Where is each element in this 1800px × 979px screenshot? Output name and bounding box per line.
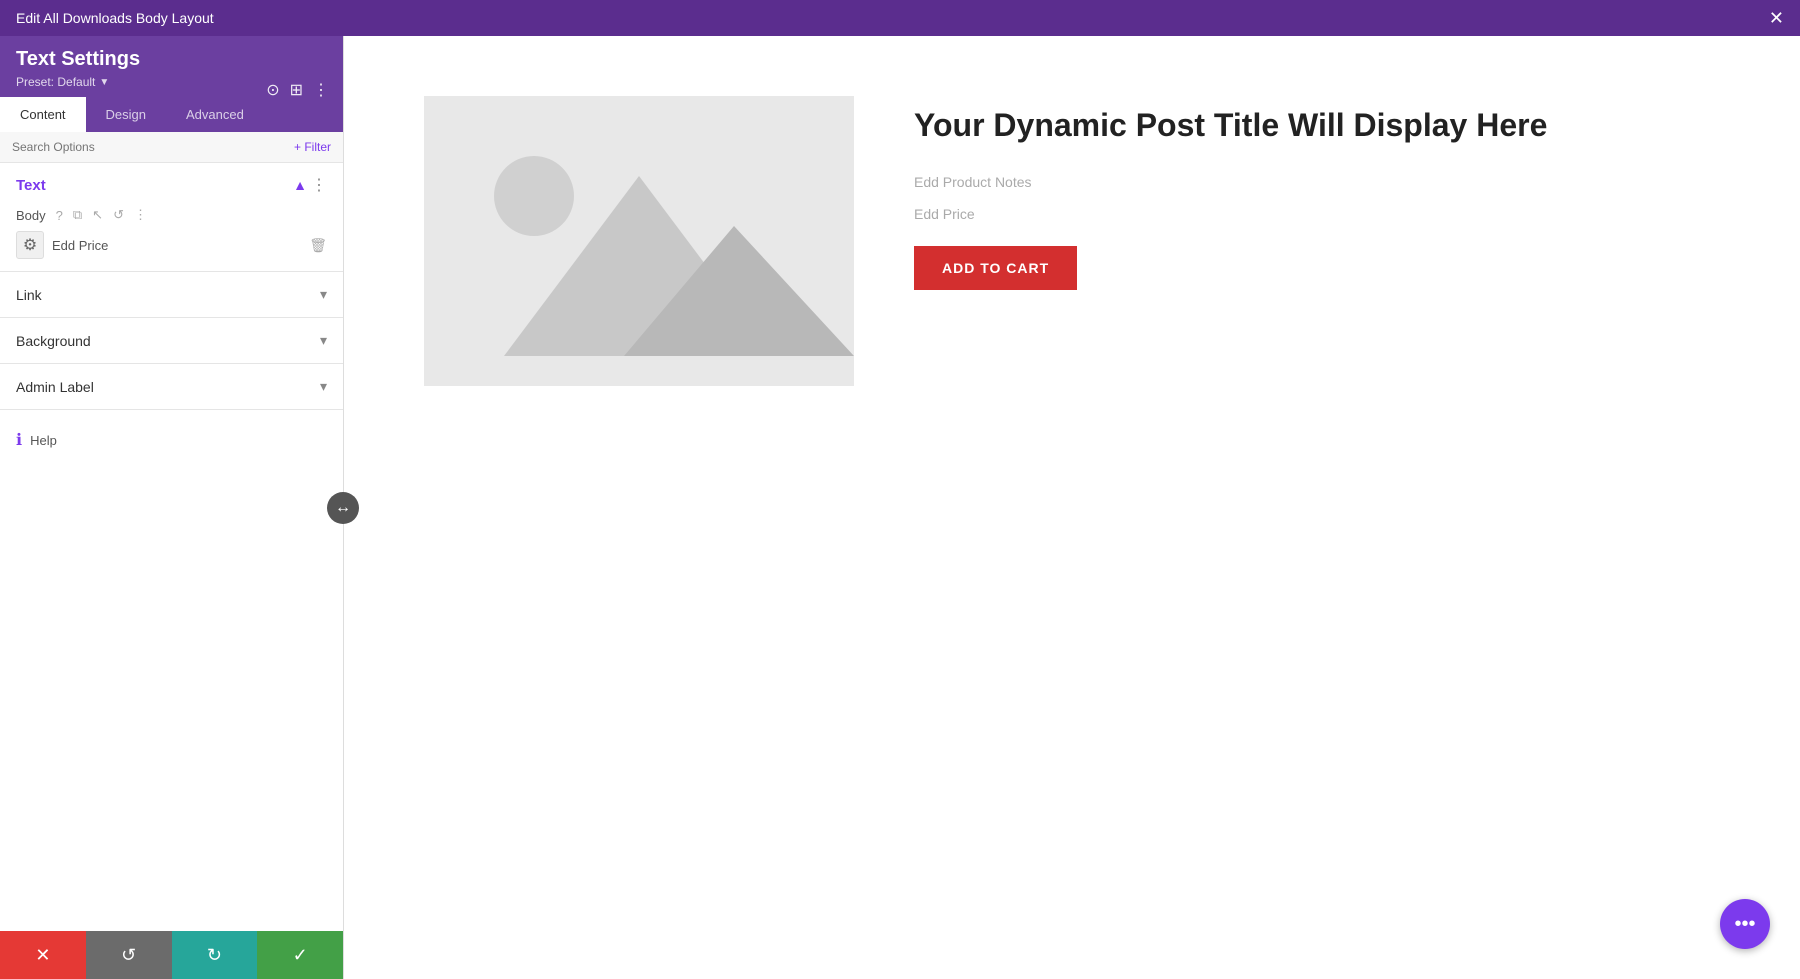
- admin-label-section-title: Admin Label: [16, 379, 94, 395]
- body-label: Body: [16, 208, 46, 223]
- columns-button[interactable]: ⊞: [290, 80, 303, 100]
- preset-dropdown-icon[interactable]: ▼: [99, 77, 109, 88]
- add-to-cart-button[interactable]: ADD TO CART: [914, 246, 1077, 290]
- gear-icon: ⚙: [23, 235, 37, 255]
- filter-button[interactable]: + Filter: [294, 140, 331, 154]
- top-bar: Edit All Downloads Body Layout ✕: [0, 0, 1800, 36]
- tab-design[interactable]: Design: [86, 97, 166, 132]
- preview-content: Your Dynamic Post Title Will Display Her…: [344, 36, 1800, 446]
- text-collapse-icon[interactable]: ▲: [293, 177, 307, 193]
- background-section: Background ▾: [0, 318, 343, 364]
- more-options-button[interactable]: ⋮: [313, 80, 329, 100]
- resize-handle[interactable]: ↔: [327, 492, 359, 524]
- close-button[interactable]: ✕: [1769, 8, 1784, 29]
- focus-mode-button[interactable]: ⊙: [266, 80, 279, 100]
- copy-icon[interactable]: ⧉: [73, 207, 82, 223]
- background-collapse-icon[interactable]: ▾: [320, 332, 327, 349]
- text-section-header: Text ▲ ⋮: [0, 163, 343, 203]
- sidebar-content: Text ▲ ⋮ Body ? ⧉ ↖ ↺ ⋮: [0, 163, 343, 931]
- text-section: Text ▲ ⋮ Body ? ⧉ ↖ ↺ ⋮: [0, 163, 343, 272]
- undo-icon[interactable]: ↺: [113, 207, 124, 223]
- settings-title: Text Settings: [16, 48, 327, 71]
- help-text: Help: [30, 433, 57, 448]
- text-section-title: Text: [16, 177, 46, 194]
- link-section-title: Link: [16, 287, 42, 303]
- main-layout: Text Settings Preset: Default ▼ ⊙ ⊞ ⋮ Co…: [0, 36, 1800, 979]
- bottom-toolbar: ✕ ↺ ↻ ✓: [0, 931, 343, 979]
- background-section-left: Background: [16, 333, 91, 349]
- product-notes: Edd Product Notes: [914, 174, 1720, 190]
- undo-button[interactable]: ↺: [86, 931, 172, 979]
- background-section-header[interactable]: Background ▾: [0, 318, 343, 363]
- search-bar: + Filter: [0, 132, 343, 163]
- edd-price-label: Edd Price: [52, 238, 301, 253]
- cursor-icon[interactable]: ↖: [92, 207, 103, 223]
- confirm-button[interactable]: ✓: [257, 931, 343, 979]
- link-collapse-icon[interactable]: ▾: [320, 286, 327, 303]
- edd-price-delete-icon[interactable]: 🗑: [309, 237, 327, 254]
- tab-content[interactable]: Content: [0, 97, 86, 132]
- floating-options-button[interactable]: •••: [1720, 899, 1770, 949]
- placeholder-image: [424, 96, 854, 386]
- text-more-options-icon[interactable]: ⋮: [311, 175, 327, 195]
- link-section: Link ▾: [0, 272, 343, 318]
- admin-label-section-left: Admin Label: [16, 379, 94, 395]
- tabs: Content Design Advanced: [0, 97, 343, 132]
- admin-label-section-header[interactable]: Admin Label ▾: [0, 364, 343, 409]
- edd-price-row: ⚙ Edd Price 🗑: [0, 231, 343, 271]
- settings-icons: ⊙ ⊞ ⋮: [266, 80, 329, 100]
- product-details: Your Dynamic Post Title Will Display Her…: [914, 96, 1720, 290]
- redo-button[interactable]: ↻: [172, 931, 258, 979]
- link-section-header[interactable]: Link ▾: [0, 272, 343, 317]
- background-section-title: Background: [16, 333, 91, 349]
- help-section: ℹ Help: [0, 410, 343, 470]
- top-bar-title: Edit All Downloads Body Layout: [16, 10, 214, 26]
- preview-area: Your Dynamic Post Title Will Display Her…: [344, 36, 1800, 979]
- tab-advanced[interactable]: Advanced: [166, 97, 264, 132]
- link-section-left: Link: [16, 287, 42, 303]
- help-icon[interactable]: ?: [56, 208, 63, 223]
- help-circle-icon: ℹ: [16, 430, 22, 450]
- product-title: Your Dynamic Post Title Will Display Her…: [914, 106, 1720, 144]
- admin-label-section: Admin Label ▾: [0, 364, 343, 410]
- cancel-button[interactable]: ✕: [0, 931, 86, 979]
- body-row: Body ? ⧉ ↖ ↺ ⋮: [0, 203, 343, 231]
- product-price: Edd Price: [914, 206, 1720, 222]
- text-section-controls: ▲ ⋮: [293, 175, 327, 195]
- sidebar: Text Settings Preset: Default ▼ ⊙ ⊞ ⋮ Co…: [0, 36, 344, 979]
- admin-label-collapse-icon[interactable]: ▾: [320, 378, 327, 395]
- edd-price-settings-button[interactable]: ⚙: [16, 231, 44, 259]
- more-options-icon[interactable]: ⋮: [134, 207, 147, 223]
- search-input[interactable]: [12, 140, 294, 154]
